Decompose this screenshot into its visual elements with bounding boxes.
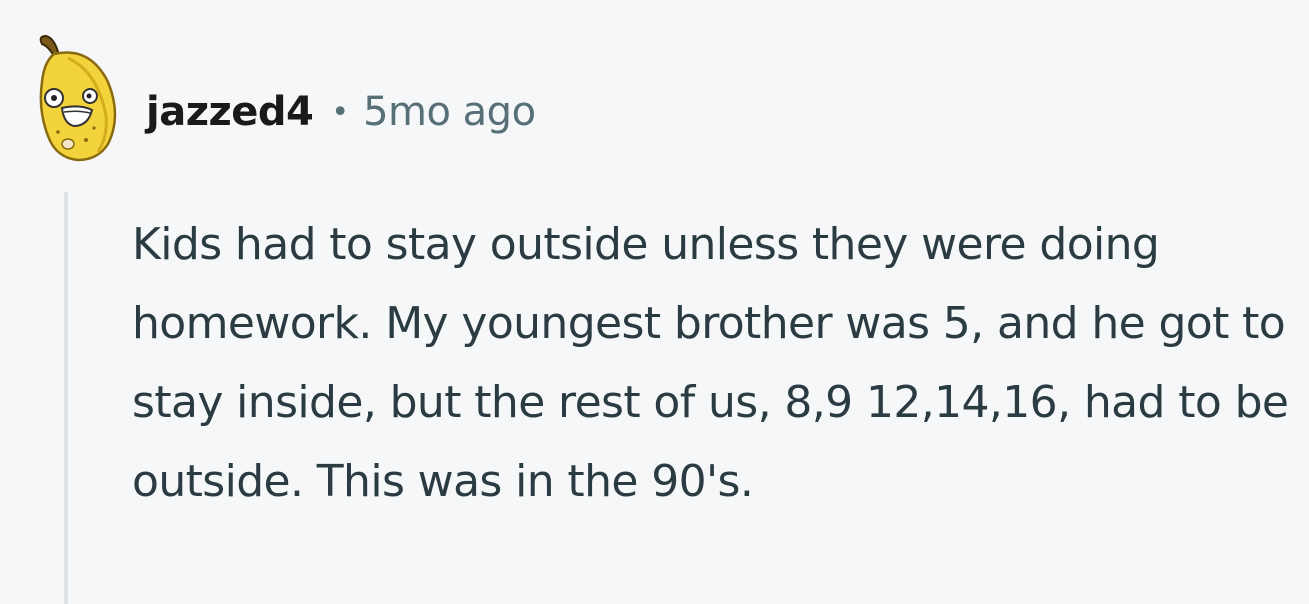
comment-body: Kids had to stay outside unless they wer… [132,219,1289,507]
meta-separator: • [331,94,350,130]
author-username[interactable]: jazzed4 [146,89,314,135]
comment-meta: jazzed4 • 5mo ago [146,84,536,140]
thread-line[interactable] [64,192,68,604]
comment-timestamp[interactable]: 5mo ago [363,89,536,135]
avatar[interactable] [28,32,128,162]
banana-avatar-icon [39,34,117,162]
comment: jazzed4 • 5mo ago Kids had to stay outsi… [0,0,1309,604]
